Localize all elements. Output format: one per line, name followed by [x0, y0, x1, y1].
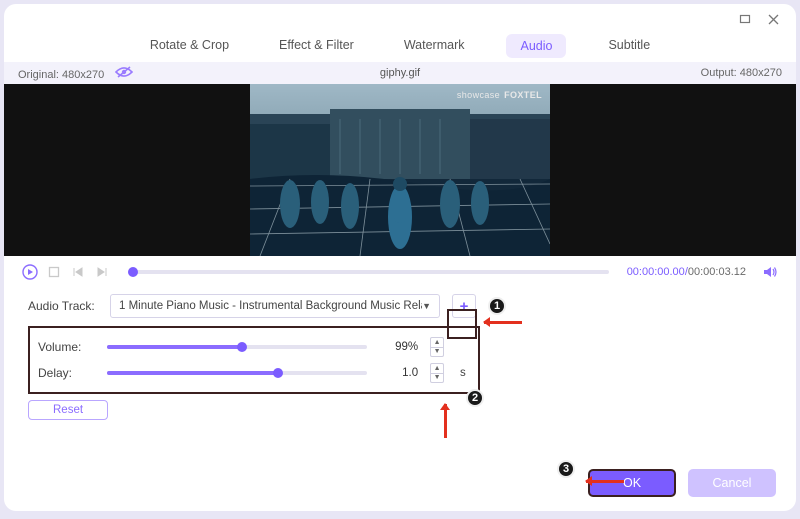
volume-label: Volume:	[38, 340, 97, 354]
volume-delay-group: Volume: 99% ▲▼ Delay: 1.0 ▲▼ s	[28, 326, 480, 394]
dialog-footer: OK Cancel	[588, 469, 776, 497]
timecode: 00:00:00.00/00:00:03.12	[627, 266, 746, 278]
play-button[interactable]	[22, 264, 38, 280]
playbar: 00:00:00.00/00:00:03.12	[4, 256, 796, 286]
audio-track-select[interactable]: 1 Minute Piano Music - Instrumental Back…	[110, 294, 440, 318]
annotation-box-1	[447, 309, 477, 339]
annotation-badge-3: 3	[557, 460, 575, 478]
time-current: 00:00:00.00	[627, 266, 685, 278]
delay-label: Delay:	[38, 366, 97, 380]
delay-value: 1.0	[377, 367, 419, 379]
delay-stepper[interactable]: ▲▼	[430, 363, 444, 383]
volume-value: 99%	[377, 341, 419, 353]
stop-button[interactable]	[46, 264, 62, 280]
visibility-toggle-icon[interactable]	[115, 65, 133, 82]
overlay-brand: showcaseFOXTEL	[457, 90, 542, 100]
tab-audio[interactable]: Audio	[506, 34, 566, 58]
info-bar: Original: 480x270 giphy.gif Output: 480x…	[4, 62, 796, 84]
tab-watermark[interactable]: Watermark	[396, 34, 473, 58]
ok-button[interactable]: OK	[588, 469, 676, 497]
preview-area: showcaseFOXTEL	[4, 84, 796, 256]
audio-track-label: Audio Track:	[28, 299, 102, 313]
volume-slider[interactable]	[107, 345, 366, 349]
volume-stepper[interactable]: ▲▼	[430, 337, 444, 357]
video-preview[interactable]: showcaseFOXTEL	[250, 84, 550, 256]
audio-controls: Audio Track: 1 Minute Piano Music - Inst…	[4, 286, 796, 420]
delay-slider[interactable]	[107, 371, 366, 375]
close-button[interactable]	[766, 12, 780, 26]
annotation-badge-2: 2	[466, 389, 484, 407]
tab-subtitle[interactable]: Subtitle	[600, 34, 658, 58]
annotation-arrow-3	[586, 480, 624, 483]
cancel-button[interactable]: Cancel	[688, 469, 776, 497]
annotation-arrow-2	[444, 404, 447, 438]
tab-effect-filter[interactable]: Effect & Filter	[271, 34, 362, 58]
reset-button[interactable]: Reset	[28, 400, 108, 420]
tabs: Rotate & Crop Effect & Filter Watermark …	[4, 34, 796, 62]
annotation-arrow-1	[484, 321, 522, 324]
chevron-down-icon: ▼	[422, 301, 431, 311]
time-duration: 00:00:03.12	[688, 266, 746, 278]
minimize-button[interactable]	[738, 12, 752, 26]
filename-label: giphy.gif	[380, 67, 420, 79]
speaker-icon[interactable]	[762, 264, 778, 280]
prev-frame-button[interactable]	[70, 264, 86, 280]
annotation-badge-1: 1	[488, 297, 506, 315]
titlebar	[4, 4, 796, 34]
delay-unit: s	[460, 367, 470, 379]
output-dims: Output: 480x270	[701, 67, 782, 79]
tab-rotate-crop[interactable]: Rotate & Crop	[142, 34, 237, 58]
editor-window: Rotate & Crop Effect & Filter Watermark …	[4, 4, 796, 511]
audio-track-value: 1 Minute Piano Music - Instrumental Back…	[119, 300, 422, 312]
next-frame-button[interactable]	[94, 264, 110, 280]
timeline-slider[interactable]	[128, 270, 609, 274]
original-dims: Original: 480x270	[18, 69, 104, 81]
